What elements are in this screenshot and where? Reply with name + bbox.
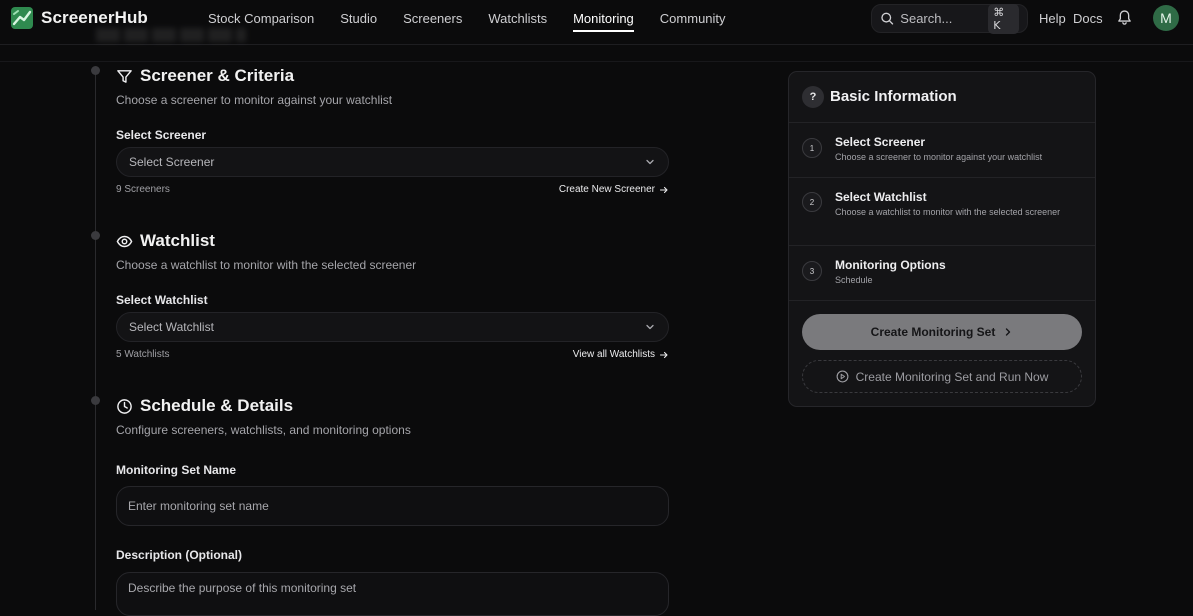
main-nav: Stock Comparison Studio Screeners Watchl…: [208, 0, 752, 36]
screener-section-title: Screener & Criteria: [140, 66, 295, 85]
bell-icon[interactable]: [1116, 9, 1133, 26]
monitoring-set-name-label: Monitoring Set Name: [116, 463, 237, 477]
description-textarea[interactable]: [116, 572, 669, 616]
user-avatar[interactable]: M: [1153, 5, 1179, 31]
monitoring-set-name-input[interactable]: [116, 486, 669, 526]
search-icon: [881, 12, 894, 25]
nav-community[interactable]: Community: [660, 11, 726, 26]
chevron-down-icon: [646, 159, 654, 165]
watchlist-section-description: Choose a watchlist to monitor with the s…: [116, 258, 417, 272]
step-description: Choose a watchlist to monitor with the s…: [835, 207, 1061, 217]
top-navigation-bar: ScreenerHub Stock Comparison Studio Scre…: [0, 0, 1193, 45]
schedule-section-header: Schedule & Details: [116, 396, 293, 416]
create-monitoring-set-label: Create Monitoring Set: [870, 325, 996, 339]
arrow-right-icon: [659, 186, 668, 193]
search-shortcut-badge: ⌘ K: [988, 3, 1019, 34]
select-screener-label: Select Screener: [116, 128, 207, 142]
description-label: Description (Optional): [116, 548, 242, 562]
header-divider: [0, 61, 1193, 62]
timeline-dot-screener: [91, 66, 100, 75]
step-description: Choose a screener to monitor against you…: [835, 152, 1043, 162]
step-item: 2 Select Watchlist Choose a watchlist to…: [789, 178, 1095, 246]
watchlist-count: 5 Watchlists: [116, 349, 170, 360]
view-all-watchlists-link[interactable]: View all Watchlists: [573, 349, 669, 360]
search-input[interactable]: [900, 11, 989, 26]
create-new-screener-link[interactable]: Create New Screener: [559, 184, 669, 195]
step-number: 3: [802, 261, 822, 281]
steps-timeline-line: [95, 70, 96, 610]
watchlist-select-value: Select Watchlist: [129, 320, 214, 334]
view-all-watchlists-label: View all Watchlists: [572, 349, 655, 360]
basic-information-panel: ? Basic Information 1 Select Screener Ch…: [788, 71, 1096, 407]
schedule-section-title: Schedule & Details: [140, 396, 294, 415]
chevron-right-icon: [1006, 328, 1011, 336]
create-and-run-button[interactable]: Create Monitoring Set and Run Now: [802, 360, 1082, 393]
brand-logo[interactable]: ScreenerHub: [10, 6, 148, 30]
panel-header: ? Basic Information: [789, 72, 1095, 123]
nav-monitoring[interactable]: Monitoring: [573, 11, 634, 32]
docs-link[interactable]: Docs: [1073, 11, 1103, 26]
timeline-dot-watchlist: [91, 231, 100, 240]
step-title: Monitoring Options: [835, 258, 946, 272]
brand-name: ScreenerHub: [41, 8, 148, 27]
step-description: Schedule: [835, 275, 873, 285]
step-number: 1: [802, 138, 822, 158]
panel-title: Basic Information: [830, 88, 957, 105]
play-circle-icon: [836, 370, 849, 383]
timeline-dot-schedule: [91, 396, 100, 405]
step-title: Select Watchlist: [835, 190, 927, 204]
nav-stock-comparison[interactable]: Stock Comparison: [208, 11, 314, 26]
help-badge: ?: [802, 86, 824, 108]
search-box[interactable]: ⌘ K: [871, 3, 1028, 34]
chevron-down-icon: [646, 324, 654, 330]
nav-screeners[interactable]: Screeners: [403, 11, 462, 26]
filter-icon: [117, 69, 132, 83]
screener-count: 9 Screeners: [116, 184, 170, 195]
nav-studio[interactable]: Studio: [340, 11, 377, 26]
watchlist-section-title: Watchlist: [140, 231, 215, 250]
schedule-section-description: Configure screeners, watchlists, and mon…: [116, 423, 411, 437]
select-watchlist-label: Select Watchlist: [116, 293, 208, 307]
arrow-right-icon: [659, 351, 668, 358]
step-title: Select Screener: [835, 135, 926, 149]
watchlist-select[interactable]: Select Watchlist: [116, 312, 669, 342]
screener-section-header: Screener & Criteria: [116, 66, 294, 86]
screener-section-description: Choose a screener to monitor against you…: [116, 93, 393, 107]
watchlist-section-header: Watchlist: [116, 231, 215, 251]
step-item: 1 Select Screener Choose a screener to m…: [789, 123, 1095, 178]
eye-icon: [116, 235, 133, 247]
step-item: 3 Monitoring Options Schedule: [789, 246, 1095, 301]
screener-select[interactable]: Select Screener: [116, 147, 669, 177]
clock-icon: [117, 398, 132, 414]
nav-watchlists[interactable]: Watchlists: [488, 11, 547, 26]
help-link[interactable]: Help: [1039, 11, 1066, 26]
create-monitoring-set-button[interactable]: Create Monitoring Set: [802, 314, 1082, 350]
step-number: 2: [802, 192, 822, 212]
create-and-run-label: Create Monitoring Set and Run Now: [855, 369, 1049, 384]
screener-select-value: Select Screener: [129, 155, 215, 169]
screenerhub-logo-icon: [11, 7, 33, 29]
create-new-screener-label: Create New Screener: [558, 184, 655, 195]
